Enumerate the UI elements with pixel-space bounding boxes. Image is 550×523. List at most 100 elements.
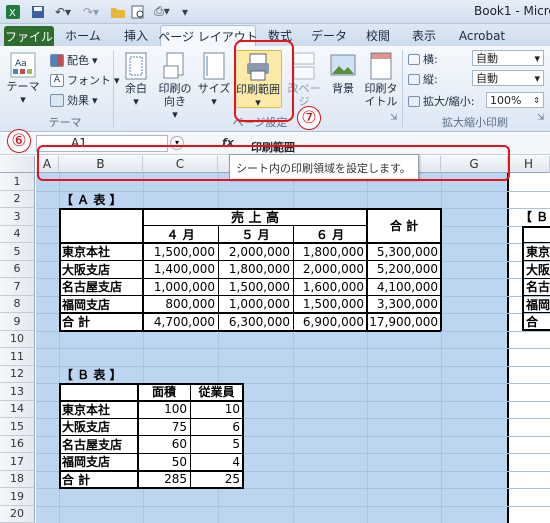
worksheet[interactable]: A B C D E F G H 1 2 3 4 5 6 7 8 9 10 11 … (0, 156, 550, 523)
tab-file[interactable]: ファイル (4, 26, 54, 46)
effects-button[interactable]: 効果 ▾ (50, 92, 98, 108)
table-border (59, 312, 441, 314)
orientation-button[interactable]: 印刷の向き ▾ (156, 52, 194, 121)
quick-access-icon[interactable]: ⎙▾ (150, 3, 174, 20)
table-border (59, 399, 243, 402)
table-border (59, 469, 243, 472)
row-label: 大阪支店 (62, 262, 111, 277)
fonts-label: フォント (67, 74, 111, 87)
row-header[interactable]: 14 (0, 400, 35, 418)
row-header[interactable]: 2 (0, 190, 35, 208)
table-cell: 6 (232, 419, 240, 434)
tab-home[interactable]: ホーム (60, 25, 106, 46)
height-label: 縦: (423, 73, 438, 86)
width-select[interactable]: 自動 ▾ (472, 50, 544, 66)
height-select[interactable]: 自動 ▾ (472, 70, 544, 86)
table-cell: 800,000 (165, 297, 215, 312)
gridline (36, 348, 550, 349)
table-border (366, 208, 368, 331)
height-icon (408, 73, 420, 85)
row-header[interactable]: 8 (0, 295, 35, 313)
row-header[interactable]: 16 (0, 435, 35, 453)
width-label: 横: (423, 53, 438, 66)
total-header: 合 計 (389, 219, 419, 233)
tab-review[interactable]: 校閲 (360, 25, 396, 46)
row-header[interactable]: 12 (0, 365, 35, 383)
row-header[interactable]: 15 (0, 418, 35, 436)
row-label: 福岡支店 (62, 297, 111, 312)
row-header[interactable]: 9 (0, 313, 35, 331)
month-header: ６ 月 (315, 227, 345, 242)
width-label-row: 横: (408, 51, 438, 67)
background-label: 背景 (332, 82, 354, 95)
table-border (59, 452, 243, 454)
select-all-corner[interactable] (0, 156, 35, 173)
margins-label: 余白 (125, 82, 147, 95)
row-header[interactable]: 7 (0, 278, 35, 296)
row-label: 福岡支店 (62, 455, 111, 470)
row-header[interactable]: 5 (0, 243, 35, 261)
column-header[interactable]: H (508, 156, 550, 173)
table-cell: 4 (232, 454, 240, 469)
table-cell: 50 (171, 454, 187, 469)
row-label: 合 計 (62, 315, 91, 330)
page-setup-launcher-icon[interactable]: ⇲ (390, 113, 398, 123)
row-header[interactable]: 4 (0, 225, 35, 243)
row-header[interactable]: 6 (0, 260, 35, 278)
open-folder-icon[interactable] (110, 3, 126, 20)
scale-label-row: 拡大/縮小: (408, 93, 474, 109)
dropdown-arrow-icon: ▾ (20, 93, 26, 106)
print-titles-button[interactable]: 印刷タイトル (362, 52, 400, 108)
customize-toolbar-icon[interactable]: ▾ (180, 3, 190, 20)
row-header[interactable]: 11 (0, 348, 35, 366)
colors-button[interactable]: 配色 ▾ (50, 52, 98, 68)
height-value: 自動 (476, 72, 498, 85)
row-header[interactable]: 19 (0, 488, 35, 506)
table-cell: 1,000,000 (228, 297, 290, 312)
print-titles-icon (370, 52, 392, 80)
side-row-label: 東京 (526, 245, 550, 260)
print-preview-icon[interactable] (130, 3, 146, 20)
tab-acrobat[interactable]: Acrobat (454, 25, 510, 46)
themes-button[interactable]: Aa テーマ ▾ (6, 52, 40, 106)
table-border (59, 487, 243, 489)
effects-icon (50, 93, 64, 107)
row-header[interactable]: 3 (0, 208, 35, 226)
redo-icon[interactable]: ↷▾ (80, 3, 102, 20)
scale-launcher-icon[interactable]: ⇲ (537, 113, 545, 123)
row-header[interactable]: 18 (0, 470, 35, 488)
row-header[interactable]: 17 (0, 453, 35, 471)
table-border (522, 312, 550, 313)
tab-data[interactable]: データ (308, 25, 350, 46)
colors-label: 配色 (67, 54, 89, 67)
orientation-label: 印刷の向き (158, 82, 192, 108)
row-label: 東京本社 (62, 245, 111, 260)
side-row-label: 名古 (526, 280, 550, 295)
scale-input[interactable]: 100% ⇕ (486, 92, 544, 108)
table-border (218, 225, 219, 331)
title-bar: X ↶▾ ↷▾ ⎙▾ ▾ Book1 - Micros (0, 0, 550, 24)
size-button[interactable]: サイズ ▾ (196, 52, 232, 108)
side-row-label: 大阪 (526, 262, 550, 277)
undo-icon[interactable]: ↶▾ (52, 3, 74, 20)
tab-insert[interactable]: 挿入 (116, 25, 156, 46)
table-border (190, 383, 191, 489)
table-cell: 5 (232, 437, 240, 452)
window-title: Book1 - Micros (474, 4, 550, 18)
tab-view[interactable]: 表示 (404, 25, 444, 46)
row-label: 名古屋支店 (62, 280, 123, 295)
row-header[interactable]: 10 (0, 330, 35, 348)
chevron-down-icon: ▾ (534, 51, 540, 65)
side-row-label: 合 (526, 315, 539, 330)
table-border (59, 383, 243, 385)
row-header[interactable]: 1 (0, 173, 35, 191)
row-header[interactable]: 20 (0, 505, 35, 523)
background-button[interactable]: 背景 (326, 52, 360, 95)
table-border (293, 225, 294, 331)
margins-button[interactable]: 余白 ▾ (118, 52, 154, 108)
row-header[interactable]: 13 (0, 383, 35, 401)
save-icon[interactable] (30, 3, 46, 20)
table-cell: 2,000,000 (302, 262, 364, 277)
themes-label: テーマ (6, 80, 40, 93)
fonts-button[interactable]: A フォント ▾ (50, 72, 120, 88)
